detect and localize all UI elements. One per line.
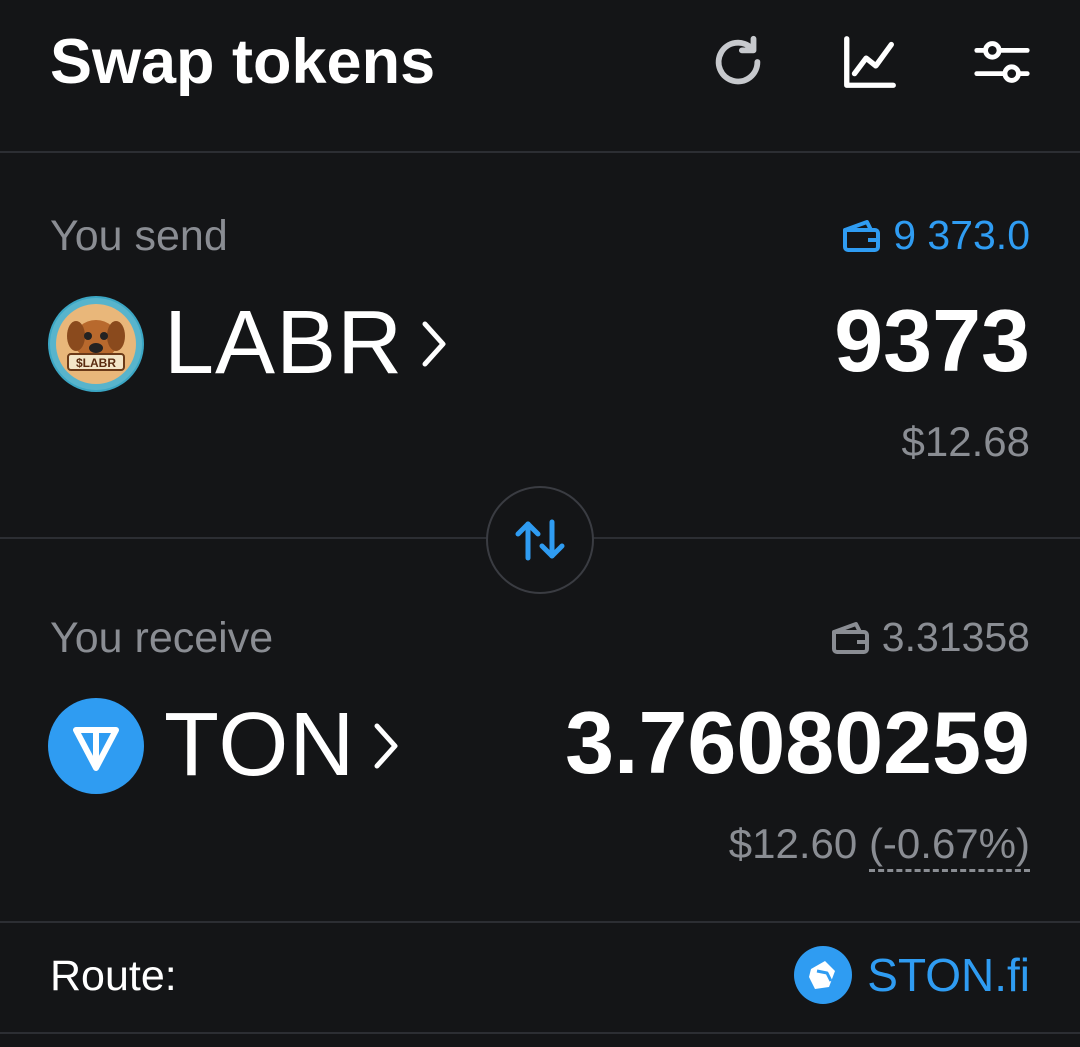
send-amount-input[interactable]: 9373 [834,290,1030,392]
receive-usd-value: $12.60 [728,820,858,867]
send-balance-value: 9 373.0 [893,212,1030,258]
receive-token-name: TON [164,695,356,795]
labr-logo-text: $LABR [76,356,116,370]
route-label: Route: [50,952,177,1000]
wallet-icon [831,621,869,654]
receive-token-selector[interactable]: TON [48,694,403,797]
send-label: You send [50,212,228,260]
route-divider-bottom [0,1032,1080,1034]
settings-sliders-icon[interactable] [970,30,1034,94]
page-title: Swap tokens [50,27,436,97]
receive-balance: 3.31358 [830,614,1030,661]
receive-amount: 3.76080259 [565,693,1030,792]
ston-fi-logo-icon [794,946,853,1004]
chart-icon[interactable] [838,30,902,94]
send-token-selector[interactable]: $LABR LABR [48,292,451,395]
receive-label: You receive [50,614,274,662]
price-impact[interactable]: (-0.67%) [868,820,1030,872]
route-divider-top [0,921,1080,923]
send-usd-value: $12.68 [901,418,1030,465]
refresh-icon[interactable] [706,30,770,94]
header-divider [0,151,1080,153]
wallet-icon [843,219,881,252]
ton-token-logo [48,697,144,794]
route-provider-name: STON.fi [867,949,1030,1001]
route-provider[interactable]: STON.fi [793,945,1030,1005]
chevron-right-icon [422,321,446,366]
receive-usd-row: $12.60 (-0.67%) [728,820,1030,872]
chevron-right-icon [374,723,398,768]
send-balance[interactable]: 9 373.0 [841,212,1030,259]
header: Swap tokens [0,0,1080,152]
send-token-name: LABR [164,293,404,393]
swap-screen: Swap tokens You send 9 373.0 $LABR LABR … [0,0,1080,1047]
receive-balance-value: 3.31358 [881,614,1030,660]
swap-direction-button[interactable] [486,486,594,594]
swap-arrows-icon [515,519,565,561]
labr-token-logo: $LABR [48,295,144,392]
